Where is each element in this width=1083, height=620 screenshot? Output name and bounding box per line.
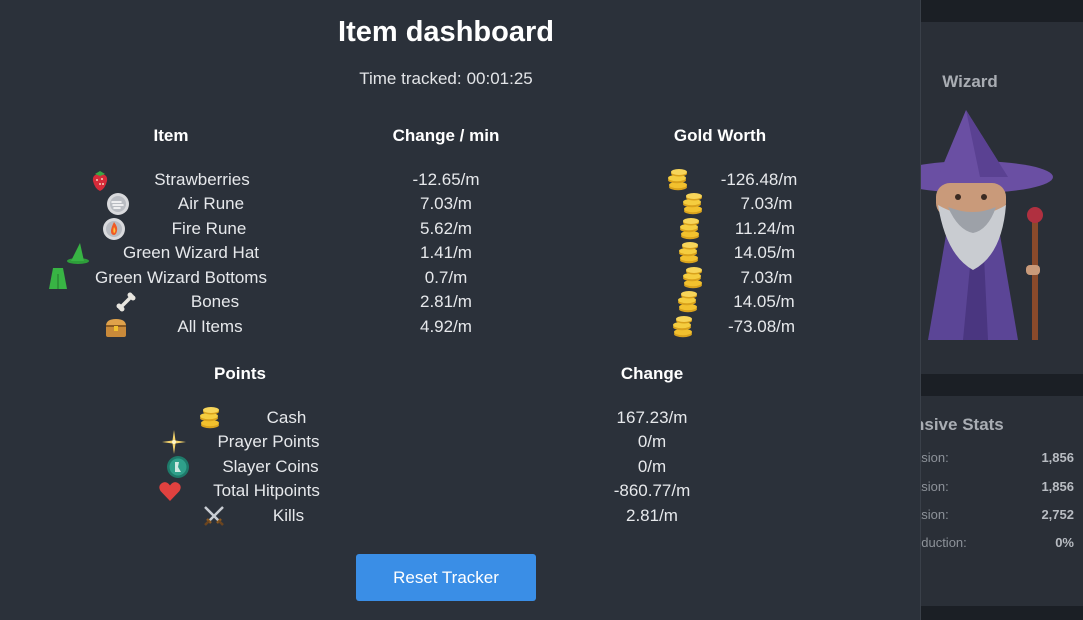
point-change: 0/m	[637, 457, 667, 476]
air-rune-icon	[106, 192, 130, 216]
enemy-name: Wizard	[942, 72, 998, 91]
item-gold-worth: 11.24/m	[734, 219, 796, 238]
bones-icon	[114, 290, 138, 314]
item-name: Bones	[190, 292, 240, 311]
item-change: 2.81/m	[420, 292, 472, 311]
item-change: 5.62/m	[420, 219, 472, 238]
time-tracked-value: 00:01:25	[466, 69, 533, 88]
stat-value: 0%	[1055, 535, 1074, 550]
wizard-hat-icon	[66, 241, 90, 265]
wizard-icon	[893, 105, 1058, 345]
item-dashboard-modal: Item dashboard Time tracked: 00:01:25 Ite…	[0, 0, 921, 620]
stat-value: 2,752	[1041, 507, 1074, 522]
item-change: 1.41/m	[420, 243, 472, 262]
point-name: Total Hitpoints	[213, 481, 320, 500]
item-change: 7.03/m	[420, 194, 472, 213]
stat-value: 1,856	[1041, 450, 1074, 465]
coins-icon	[681, 266, 705, 290]
item-name: All Items	[177, 317, 243, 336]
item-gold-worth: 14.05/m	[733, 292, 795, 311]
header-gold-worth: Gold Worth	[673, 126, 767, 145]
defensive-stats-title: nsive Stats	[914, 415, 1004, 434]
stat-row: eduction: 0%	[914, 535, 1074, 550]
slayer-coin-icon	[166, 455, 190, 479]
point-name: Cash	[266, 408, 307, 427]
item-name: Green Wizard Hat	[122, 243, 260, 262]
header-change: Change	[620, 364, 684, 383]
point-name: Kills	[272, 506, 305, 525]
chest-icon	[104, 315, 128, 339]
stat-label: eduction:	[914, 535, 967, 550]
item-change: 4.92/m	[420, 317, 472, 336]
coins-icon	[676, 290, 700, 314]
item-name: Green Wizard Bottoms	[95, 268, 267, 287]
prayer-star-icon	[162, 430, 186, 454]
modal-title: Item dashboard	[338, 16, 554, 48]
header-item: Item	[153, 126, 189, 145]
header-change-per-min: Change / min	[392, 126, 500, 145]
crossed-swords-icon	[202, 504, 226, 528]
coins-icon	[671, 315, 695, 339]
coins-icon	[678, 217, 702, 241]
stat-value: 1,856	[1041, 479, 1074, 494]
item-gold-worth: -126.48/m	[720, 170, 798, 189]
card-gap	[905, 374, 1083, 396]
item-gold-worth: 7.03/m	[740, 194, 793, 213]
point-name: Slayer Coins	[222, 457, 319, 476]
item-gold-worth: -73.08/m	[727, 317, 796, 336]
stat-row: asion: 1,856	[914, 450, 1074, 465]
item-name: Strawberries	[154, 170, 250, 189]
item-gold-worth: 14.05/m	[733, 243, 796, 262]
heart-icon	[158, 479, 182, 503]
coins-icon	[198, 406, 222, 430]
item-name: Air Rune	[177, 194, 245, 213]
fire-rune-icon	[102, 217, 126, 241]
point-change: -860.77/m	[613, 481, 691, 500]
stat-row: asion: 1,856	[914, 479, 1074, 494]
wizard-bottoms-icon	[46, 266, 70, 290]
strawberry-icon	[88, 168, 112, 192]
coins-icon	[666, 168, 690, 192]
stat-row: asion: 2,752	[914, 507, 1074, 522]
point-name: Prayer Points	[217, 432, 320, 451]
point-change: 2.81/m	[626, 506, 678, 525]
item-change: 0.7/m	[424, 268, 468, 287]
coins-icon	[677, 241, 701, 265]
coins-icon	[681, 192, 705, 216]
item-name: Fire Rune	[171, 219, 247, 238]
time-tracked-label: Time tracked:	[359, 69, 462, 88]
point-change: 0/m	[637, 432, 667, 451]
header-points: Points	[214, 364, 266, 383]
reset-tracker-button[interactable]: Reset Tracker	[356, 554, 536, 601]
item-change: -12.65/m	[412, 170, 480, 189]
time-tracked: Time tracked: 00:01:25	[0, 69, 892, 89]
point-change: 167.23/m	[616, 408, 688, 427]
item-gold-worth: 7.03/m	[740, 268, 793, 287]
